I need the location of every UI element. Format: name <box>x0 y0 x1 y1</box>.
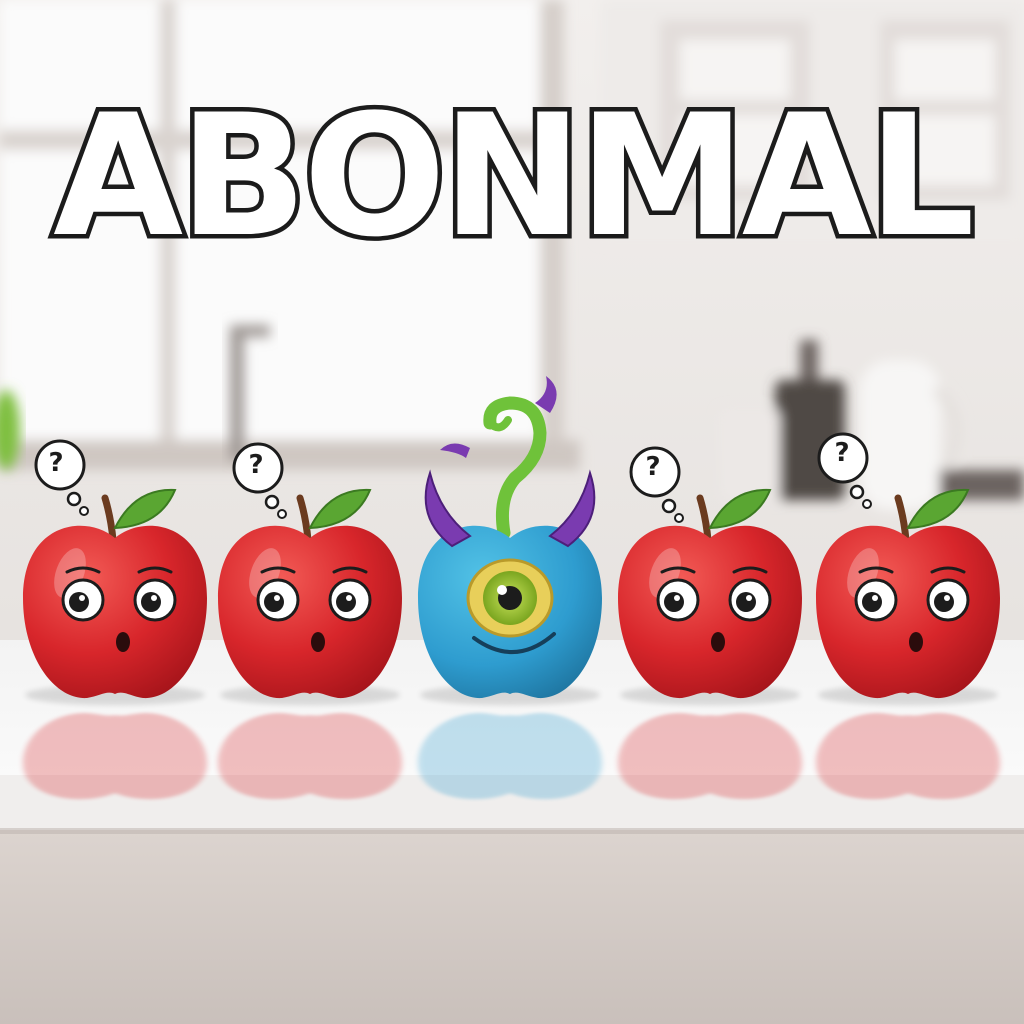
pupil <box>336 592 356 612</box>
mouth <box>116 632 130 652</box>
reflection <box>418 712 602 800</box>
apple-body <box>218 525 402 699</box>
scene: ABONMAL ? ? ? ? <box>0 0 1024 1024</box>
headline-title: ABONMAL <box>49 78 980 274</box>
pupil <box>862 592 882 612</box>
apple-body <box>618 525 802 699</box>
apple-body <box>816 525 1000 699</box>
reflection <box>618 712 802 800</box>
thought-question-mark: ? <box>248 450 264 480</box>
pupil <box>69 592 89 612</box>
thought-question-mark: ? <box>834 438 850 468</box>
pupil <box>141 592 161 612</box>
reflection <box>218 712 402 800</box>
pupil <box>934 592 954 612</box>
pupil <box>736 592 756 612</box>
mouth <box>909 632 923 652</box>
mouth <box>311 632 325 652</box>
apple-body <box>23 525 207 699</box>
pupil <box>264 592 284 612</box>
mouth <box>711 632 725 652</box>
thought-question-mark: ? <box>48 448 64 478</box>
lower-cabinet <box>0 830 1024 1024</box>
reflection <box>23 712 207 800</box>
thought-question-mark: ? <box>645 452 661 482</box>
reflection <box>816 712 1000 800</box>
pupil <box>664 592 684 612</box>
